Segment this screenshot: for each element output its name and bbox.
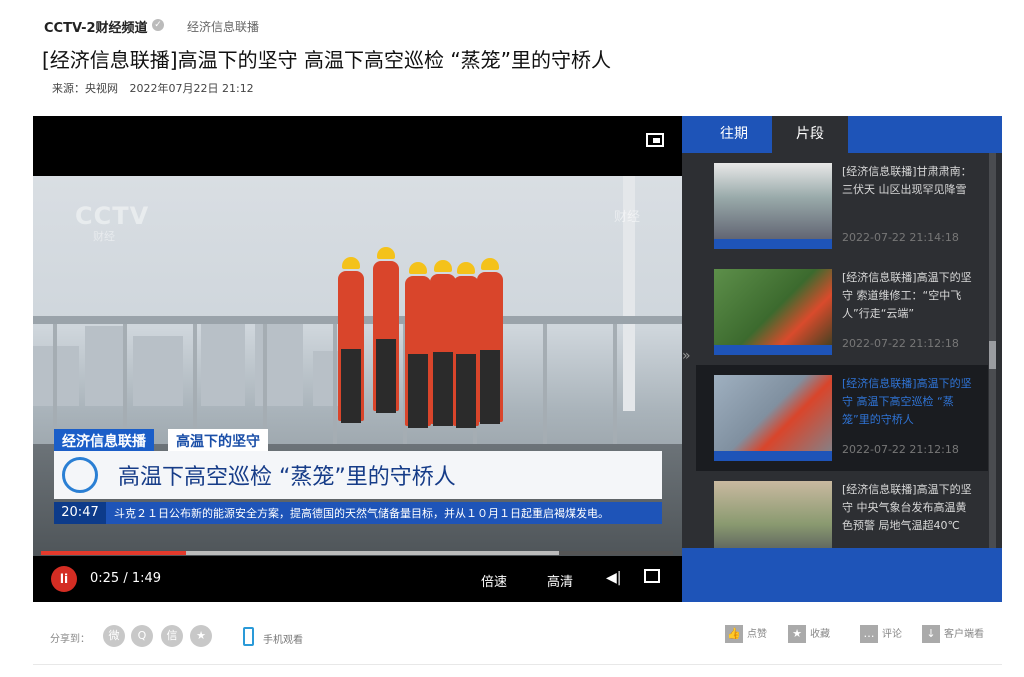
tab-clips[interactable]: 片段 <box>772 116 848 153</box>
video-player[interactable]: CCTV 财经 财经 经济信息联播 高温下的坚守 高温下高空巡检 “蒸笼”里的守… <box>33 116 682 602</box>
program-tag: 经济信息联播 <box>54 429 154 453</box>
cctv-watermark: CCTV <box>75 202 150 230</box>
clip-thumbnail <box>714 163 832 249</box>
clip-title: [经济信息联播]高温下的坚守 高温下高空巡检 “蒸笼”里的守桥人 <box>842 377 972 426</box>
favorite-star-icon[interactable]: ★ <box>190 625 212 647</box>
wechat-icon[interactable]: 信 <box>161 625 183 647</box>
corner-logo: 财经 <box>613 210 640 225</box>
speed-button[interactable]: 倍速 <box>481 571 507 590</box>
comment-icon: … <box>860 625 878 643</box>
comment-label: 评论 <box>882 629 902 640</box>
tab-past-episodes[interactable]: 往期 <box>696 116 772 153</box>
quality-button[interactable]: 高清 <box>547 571 573 590</box>
clip-thumbnail <box>714 375 832 461</box>
mobile-phone-icon[interactable] <box>243 627 254 646</box>
like-label: 点赞 <box>747 629 767 640</box>
article-meta: 来源：央视网 2022年07月22日 21:12 <box>52 80 262 96</box>
progress-bar[interactable] <box>41 551 673 555</box>
ticker-time: 20:47 <box>54 502 106 524</box>
clip-date: 2022-07-22 21:14:18 <box>842 231 959 244</box>
thumbs-up-icon: 👍 <box>725 625 743 643</box>
time-display: 0:25 / 1:49 <box>90 571 162 586</box>
channel-name[interactable]: CCTV-2财经频道 <box>44 17 148 36</box>
channel-subtitle[interactable]: 经济信息联播 <box>187 18 259 35</box>
video-headline: 高温下高空巡检 “蒸笼”里的守桥人 <box>118 465 456 490</box>
news-ticker: 20:47 斗克２１日公布新的能源安全方案，提高德国的天然气储备量目标，并从１０… <box>54 502 662 524</box>
client-watch-button[interactable]: ↓ 客户端看 <box>922 625 984 643</box>
clip-title: [经济信息联播]高温下的坚守 索道维修工：“空中飞人”行走“云端” <box>842 271 972 320</box>
picture-in-picture-icon[interactable] <box>646 133 664 147</box>
collapse-arrow-icon[interactable]: » <box>682 348 691 364</box>
clip-item[interactable]: [经济信息联播]高温下的坚守 索道维修工：“空中飞人”行走“云端” 2022-0… <box>696 259 988 365</box>
sidebar-footer <box>682 548 1002 602</box>
clip-sidebar: 往期 片段 » [经济信息联播]甘肃肃南：三伏天 山区出现罕见降雪 2022-0… <box>682 116 1002 602</box>
mobile-watch-link[interactable]: 手机观看 <box>263 631 303 646</box>
divider <box>33 664 1002 665</box>
sidebar-scrollbar[interactable] <box>989 153 996 548</box>
clip-title: [经济信息联播]高温下的坚守 中央气象台发布高温黄色预警 局地气温超40℃ <box>842 483 972 532</box>
qzone-icon[interactable]: Q <box>131 625 153 647</box>
volume-icon[interactable]: ◀| <box>606 570 621 586</box>
source-label: 来源：央视网 <box>52 82 118 95</box>
topic-tag: 高温下的坚守 <box>168 429 268 453</box>
star-icon: ★ <box>788 625 806 643</box>
cctv-watermark-sub: 财经 <box>93 230 115 243</box>
fullscreen-icon[interactable] <box>644 569 660 583</box>
client-label: 客户端看 <box>944 629 984 640</box>
clip-thumbnail <box>714 269 832 355</box>
publish-date: 2022年07月22日 21:12 <box>129 82 254 95</box>
sidebar-tabs: 往期 片段 <box>682 116 1002 153</box>
clip-date: 2022-07-22 21:12:18 <box>842 337 959 350</box>
headline-bar: 高温下高空巡检 “蒸笼”里的守桥人 <box>54 451 662 499</box>
clip-date: 2022-07-22 21:12:18 <box>842 443 959 456</box>
share-label: 分享到： <box>50 634 90 645</box>
progress-fill <box>41 551 186 555</box>
download-icon: ↓ <box>922 625 940 643</box>
clip-item[interactable]: [经济信息联播]甘肃肃南：三伏天 山区出现罕见降雪 2022-07-22 21:… <box>696 153 988 259</box>
comment-button[interactable]: … 评论 <box>860 625 902 643</box>
scrollbar-thumb[interactable] <box>989 341 996 369</box>
clip-title: [经济信息联播]甘肃肃南：三伏天 山区出现罕见降雪 <box>842 165 972 196</box>
verified-icon: ✓ <box>152 19 164 31</box>
like-button[interactable]: 👍 点赞 <box>725 625 767 643</box>
ticker-text: 斗克２１日公布新的能源安全方案，提高德国的天然气储备量目标，并从１０月１日起重启… <box>114 507 609 520</box>
page-title: [经济信息联播]高温下的坚守 高温下高空巡检 “蒸笼”里的守桥人 <box>42 48 612 72</box>
favorite-label: 收藏 <box>810 629 830 640</box>
cctv-finance-logo-icon <box>62 457 98 493</box>
video-frame[interactable]: CCTV 财经 财经 <box>33 176 682 556</box>
favorite-button[interactable]: ★ 收藏 <box>788 625 830 643</box>
weibo-icon[interactable]: 微 <box>103 625 125 647</box>
clip-item-active[interactable]: [经济信息联播]高温下的坚守 高温下高空巡检 “蒸笼”里的守桥人 2022-07… <box>696 365 988 471</box>
play-pause-button[interactable]: li <box>51 566 77 592</box>
